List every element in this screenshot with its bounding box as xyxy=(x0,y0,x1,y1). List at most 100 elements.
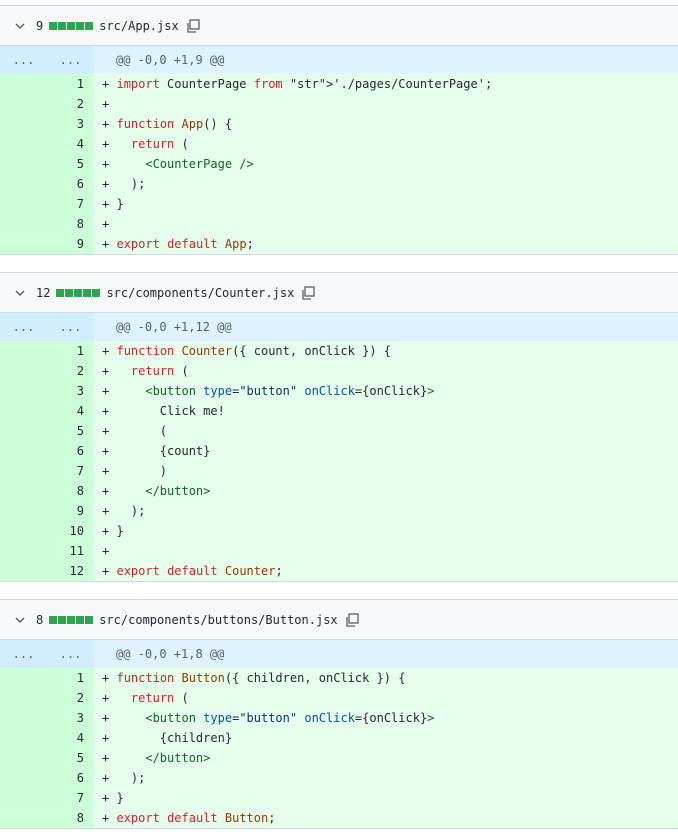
diffstat-blocks xyxy=(49,21,94,30)
diff-line[interactable]: 5 + <CounterPage /> xyxy=(0,154,678,174)
diff-line[interactable]: 12 + export default Counter; xyxy=(0,561,678,581)
code-line: + xyxy=(102,217,110,231)
old-line-number xyxy=(0,728,47,748)
new-line-number[interactable]: 12 xyxy=(47,561,94,581)
old-line-number xyxy=(0,808,47,828)
old-line-number xyxy=(0,541,47,561)
copy-icon[interactable] xyxy=(185,18,201,34)
code-line: + export default Counter; xyxy=(102,564,283,578)
copy-icon[interactable] xyxy=(300,285,316,301)
hunk-header: ... ... @@ -0,0 +1,9 @@ xyxy=(0,46,678,74)
new-line-number[interactable]: 3 xyxy=(47,381,94,401)
diff-line[interactable]: 4 + return ( xyxy=(0,134,678,154)
expand-right[interactable]: ... xyxy=(47,46,94,74)
new-line-number[interactable]: 5 xyxy=(47,154,94,174)
code-line: + </button> xyxy=(102,484,211,498)
chevron-down-icon[interactable] xyxy=(14,20,26,32)
old-line-number xyxy=(0,341,47,361)
code-line: + {children} xyxy=(102,731,233,745)
hunk-text: @@ -0,0 +1,8 @@ xyxy=(116,647,225,661)
new-line-number[interactable]: 5 xyxy=(47,748,94,768)
diff-line[interactable]: 2 + return ( xyxy=(0,688,678,708)
code-line: + <button type="button" onClick={onClick… xyxy=(102,384,435,398)
diff-line[interactable]: 9 + export default App; xyxy=(0,234,678,254)
expand-left[interactable]: ... xyxy=(0,640,47,668)
chevron-down-icon[interactable] xyxy=(14,287,26,299)
diff-line[interactable]: 6 + ); xyxy=(0,768,678,788)
new-line-number[interactable]: 7 xyxy=(47,461,94,481)
diff-line[interactable]: 7 + } xyxy=(0,194,678,214)
new-line-number[interactable]: 8 xyxy=(47,481,94,501)
diff-line[interactable]: 2 + xyxy=(0,94,678,114)
chevron-down-icon[interactable] xyxy=(14,614,26,626)
new-line-number[interactable]: 11 xyxy=(47,541,94,561)
diffstat-count: 8 xyxy=(36,612,44,627)
diff-line[interactable]: 6 + ); xyxy=(0,174,678,194)
diff-line[interactable]: 1 + import CounterPage from "str">'./page… xyxy=(0,74,678,94)
diff-line[interactable]: 4 + {children} xyxy=(0,728,678,748)
diff-line[interactable]: 4 + Click me! xyxy=(0,401,678,421)
diffstat-count: 9 xyxy=(36,18,44,33)
new-line-number[interactable]: 6 xyxy=(47,441,94,461)
new-line-number[interactable]: 4 xyxy=(47,401,94,421)
new-line-number[interactable]: 8 xyxy=(47,214,94,234)
diff-line[interactable]: 3 + <button type="button" onClick={onClic… xyxy=(0,381,678,401)
old-line-number xyxy=(0,768,47,788)
diff-line[interactable]: 7 + ) xyxy=(0,461,678,481)
expand-right[interactable]: ... xyxy=(47,313,94,341)
new-line-number[interactable]: 7 xyxy=(47,788,94,808)
new-line-number[interactable]: 4 xyxy=(47,728,94,748)
diffstat-count: 12 xyxy=(36,285,51,300)
diff-line[interactable]: 1 + function Button({ children, onClick }… xyxy=(0,668,678,688)
new-line-number[interactable]: 4 xyxy=(47,134,94,154)
code-line: + return ( xyxy=(102,137,189,151)
diff-line[interactable]: 3 + function App() { xyxy=(0,114,678,134)
code-line: + return ( xyxy=(102,691,189,705)
diff-line[interactable]: 11 + xyxy=(0,541,678,561)
new-line-number[interactable]: 5 xyxy=(47,421,94,441)
file-name[interactable]: src/App.jsx xyxy=(99,19,178,33)
new-line-number[interactable]: 6 xyxy=(47,768,94,788)
diff-file-button: 8 src/components/buttons/Button.jsx ... … xyxy=(0,599,678,829)
diff-line[interactable]: 7 + } xyxy=(0,788,678,808)
diff-line[interactable]: 8 + xyxy=(0,214,678,234)
diff-line[interactable]: 10 + } xyxy=(0,521,678,541)
new-line-number[interactable]: 3 xyxy=(47,708,94,728)
old-line-number xyxy=(0,194,47,214)
new-line-number[interactable]: 9 xyxy=(47,234,94,254)
diff-line[interactable]: 9 + ); xyxy=(0,501,678,521)
code-line: + ); xyxy=(102,771,146,785)
new-line-number[interactable]: 2 xyxy=(47,361,94,381)
code-line: + return ( xyxy=(102,364,189,378)
expand-left[interactable]: ... xyxy=(0,313,47,341)
new-line-number[interactable]: 8 xyxy=(47,808,94,828)
diff-line[interactable]: 1 + function Counter({ count, onClick }) … xyxy=(0,341,678,361)
diff-line[interactable]: 2 + return ( xyxy=(0,361,678,381)
new-line-number[interactable]: 10 xyxy=(47,521,94,541)
new-line-number[interactable]: 7 xyxy=(47,194,94,214)
new-line-number[interactable]: 9 xyxy=(47,501,94,521)
file-name[interactable]: src/components/buttons/Button.jsx xyxy=(99,613,337,627)
new-line-number[interactable]: 1 xyxy=(47,668,94,688)
new-line-number[interactable]: 1 xyxy=(47,341,94,361)
old-line-number xyxy=(0,154,47,174)
new-line-number[interactable]: 1 xyxy=(47,74,94,94)
copy-icon[interactable] xyxy=(344,612,360,628)
code-line: + ( xyxy=(102,424,168,438)
diff-line[interactable]: 3 + <button type="button" onClick={onClic… xyxy=(0,708,678,728)
old-line-number xyxy=(0,748,47,768)
expand-left[interactable]: ... xyxy=(0,46,47,74)
new-line-number[interactable]: 2 xyxy=(47,94,94,114)
diff-line[interactable]: 5 + ( xyxy=(0,421,678,441)
diff-line[interactable]: 8 + export default Button; xyxy=(0,808,678,828)
code-line: + </button> xyxy=(102,751,211,765)
file-name[interactable]: src/components/Counter.jsx xyxy=(106,286,294,300)
diff-line[interactable]: 6 + {count} xyxy=(0,441,678,461)
diff-line[interactable]: 5 + </button> xyxy=(0,748,678,768)
diff-line[interactable]: 8 + </button> xyxy=(0,481,678,501)
new-line-number[interactable]: 3 xyxy=(47,114,94,134)
code-line: + <button type="button" onClick={onClick… xyxy=(102,711,435,725)
new-line-number[interactable]: 2 xyxy=(47,688,94,708)
expand-right[interactable]: ... xyxy=(47,640,94,668)
new-line-number[interactable]: 6 xyxy=(47,174,94,194)
